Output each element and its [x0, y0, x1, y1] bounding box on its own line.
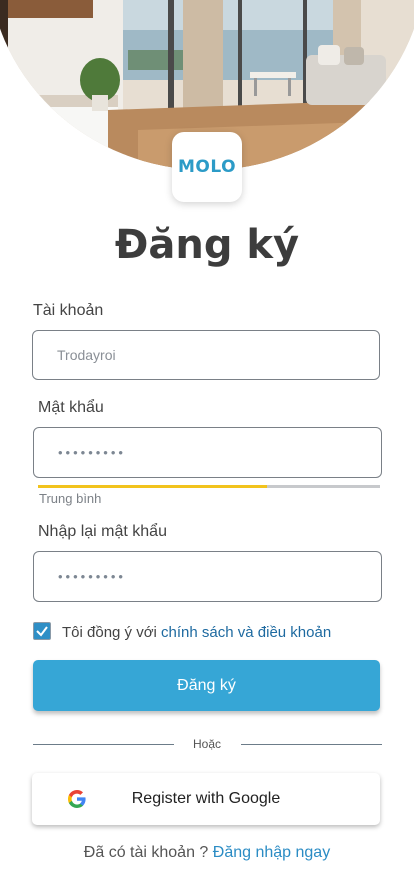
checkmark-icon	[36, 626, 48, 637]
or-text: Hoặc	[192, 737, 221, 751]
password-strength-fill	[38, 485, 268, 488]
molo-logo-icon: MOLO	[172, 132, 242, 202]
register-button-label: Đăng ký	[177, 676, 236, 694]
account-input-value: Trodayroi	[57, 347, 116, 363]
logo-text: MOLO	[177, 157, 237, 177]
login-prompt-text: Đã có tài khoản ?	[83, 844, 213, 861]
account-input[interactable]: Trodayroi	[32, 330, 380, 380]
google-button-label: Register with Google	[131, 790, 281, 807]
confirm-password-input[interactable]: •••••••••	[33, 551, 382, 602]
password-strength-bar	[38, 485, 380, 488]
login-link[interactable]: Đăng nhập ngay	[213, 844, 330, 861]
account-label: Tài khoản	[33, 302, 104, 319]
password-input-value: •••••••••	[58, 445, 126, 460]
login-prompt: Đã có tài khoản ? Đăng nhập ngay	[0, 844, 414, 862]
confirm-password-label: Nhập lại mật khẩu	[38, 523, 167, 540]
confirm-password-input-value: •••••••••	[58, 569, 126, 584]
register-button[interactable]: Đăng ký	[33, 660, 380, 711]
password-label: Mật khẩu	[38, 399, 104, 416]
password-input[interactable]: •••••••••	[33, 427, 382, 478]
page-title: Đăng ký	[114, 222, 300, 268]
password-strength-text: Trung bình	[39, 491, 102, 506]
agree-checkbox[interactable]	[33, 622, 51, 640]
agree-text: Tôi đồng ý với chính sách và điều khoản	[62, 624, 331, 641]
google-register-button[interactable]: Register with Google	[32, 773, 380, 825]
agree-label: Tôi đồng ý với	[62, 624, 162, 641]
terms-link[interactable]: chính sách và điều khoản	[161, 624, 331, 641]
